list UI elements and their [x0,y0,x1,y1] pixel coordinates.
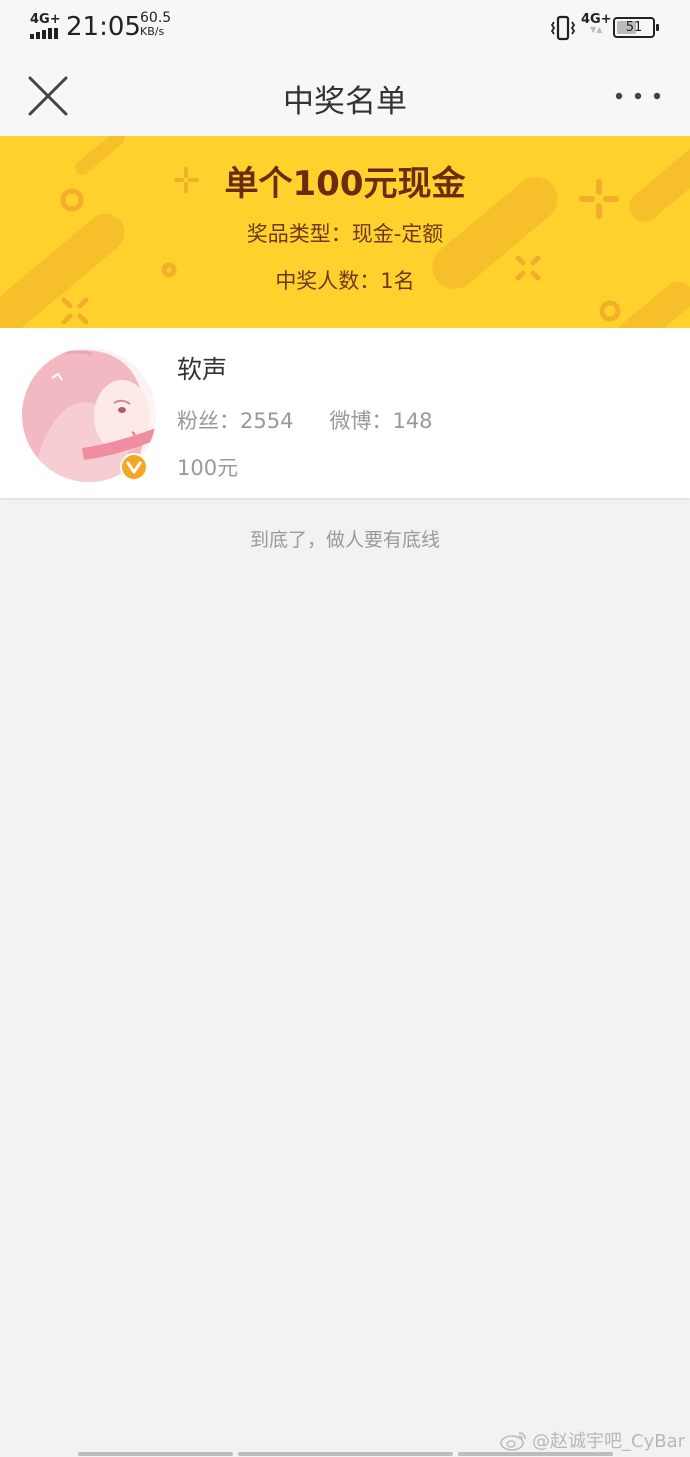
prize-type: 奖品类型：现金-定额 [246,222,444,246]
network-tag: 4G+ [30,12,61,27]
gesture-bar-right [458,1452,613,1456]
speed-value: 60.5 [140,10,172,26]
prize-banner: 单个100元现金 奖品类型：现金-定额 中奖人数：1名 [0,136,690,328]
network-speed: 60.5 KB/s [140,10,172,38]
weibo-icon [500,1432,526,1451]
post-count: 微博：148 [329,409,433,433]
nav-bar: 中奖名单 [0,56,690,136]
network-type-icon: 4G+ ▼▲ [581,12,612,34]
gesture-bar-center[interactable] [238,1452,453,1456]
gesture-bar-left [78,1452,233,1456]
verified-badge-icon [120,453,148,481]
speed-unit: KB/s [140,25,165,38]
signal-icon: 4G+ [30,12,61,40]
battery-level: 51 [625,20,643,35]
page-title: 中奖名单 [283,84,407,120]
winner-name[interactable]: 软声 [177,350,227,386]
watermark-text: @赵诚宇吧_CyBar [532,1431,685,1452]
list-item[interactable]: 软声 粉丝：2554 微博：148 100元 [0,328,690,499]
winner-stats: 粉丝：2554 微博：148 [177,405,433,435]
status-bar: 4G+ 21:05 60.5 KB/s 4G+ ▼▲ 51 [0,0,690,56]
watermark: @赵诚宇吧_CyBar [500,1427,685,1453]
prize-title: 单个100元现金 [224,164,466,204]
more-icon[interactable] [612,86,664,106]
battery-icon: 51 [613,17,659,38]
follower-count: 粉丝：2554 [177,409,294,433]
list-end-text: 到底了，做人要有底线 [249,529,440,551]
page: 4G+ 21:05 60.5 KB/s 4G+ ▼▲ 51 中奖名单 单个100… [0,0,690,1457]
winner-prize: 100元 [177,456,239,480]
status-time: 21:05 [66,12,141,42]
winner-count: 中奖人数：1名 [275,269,415,293]
vibrate-icon [551,15,575,41]
